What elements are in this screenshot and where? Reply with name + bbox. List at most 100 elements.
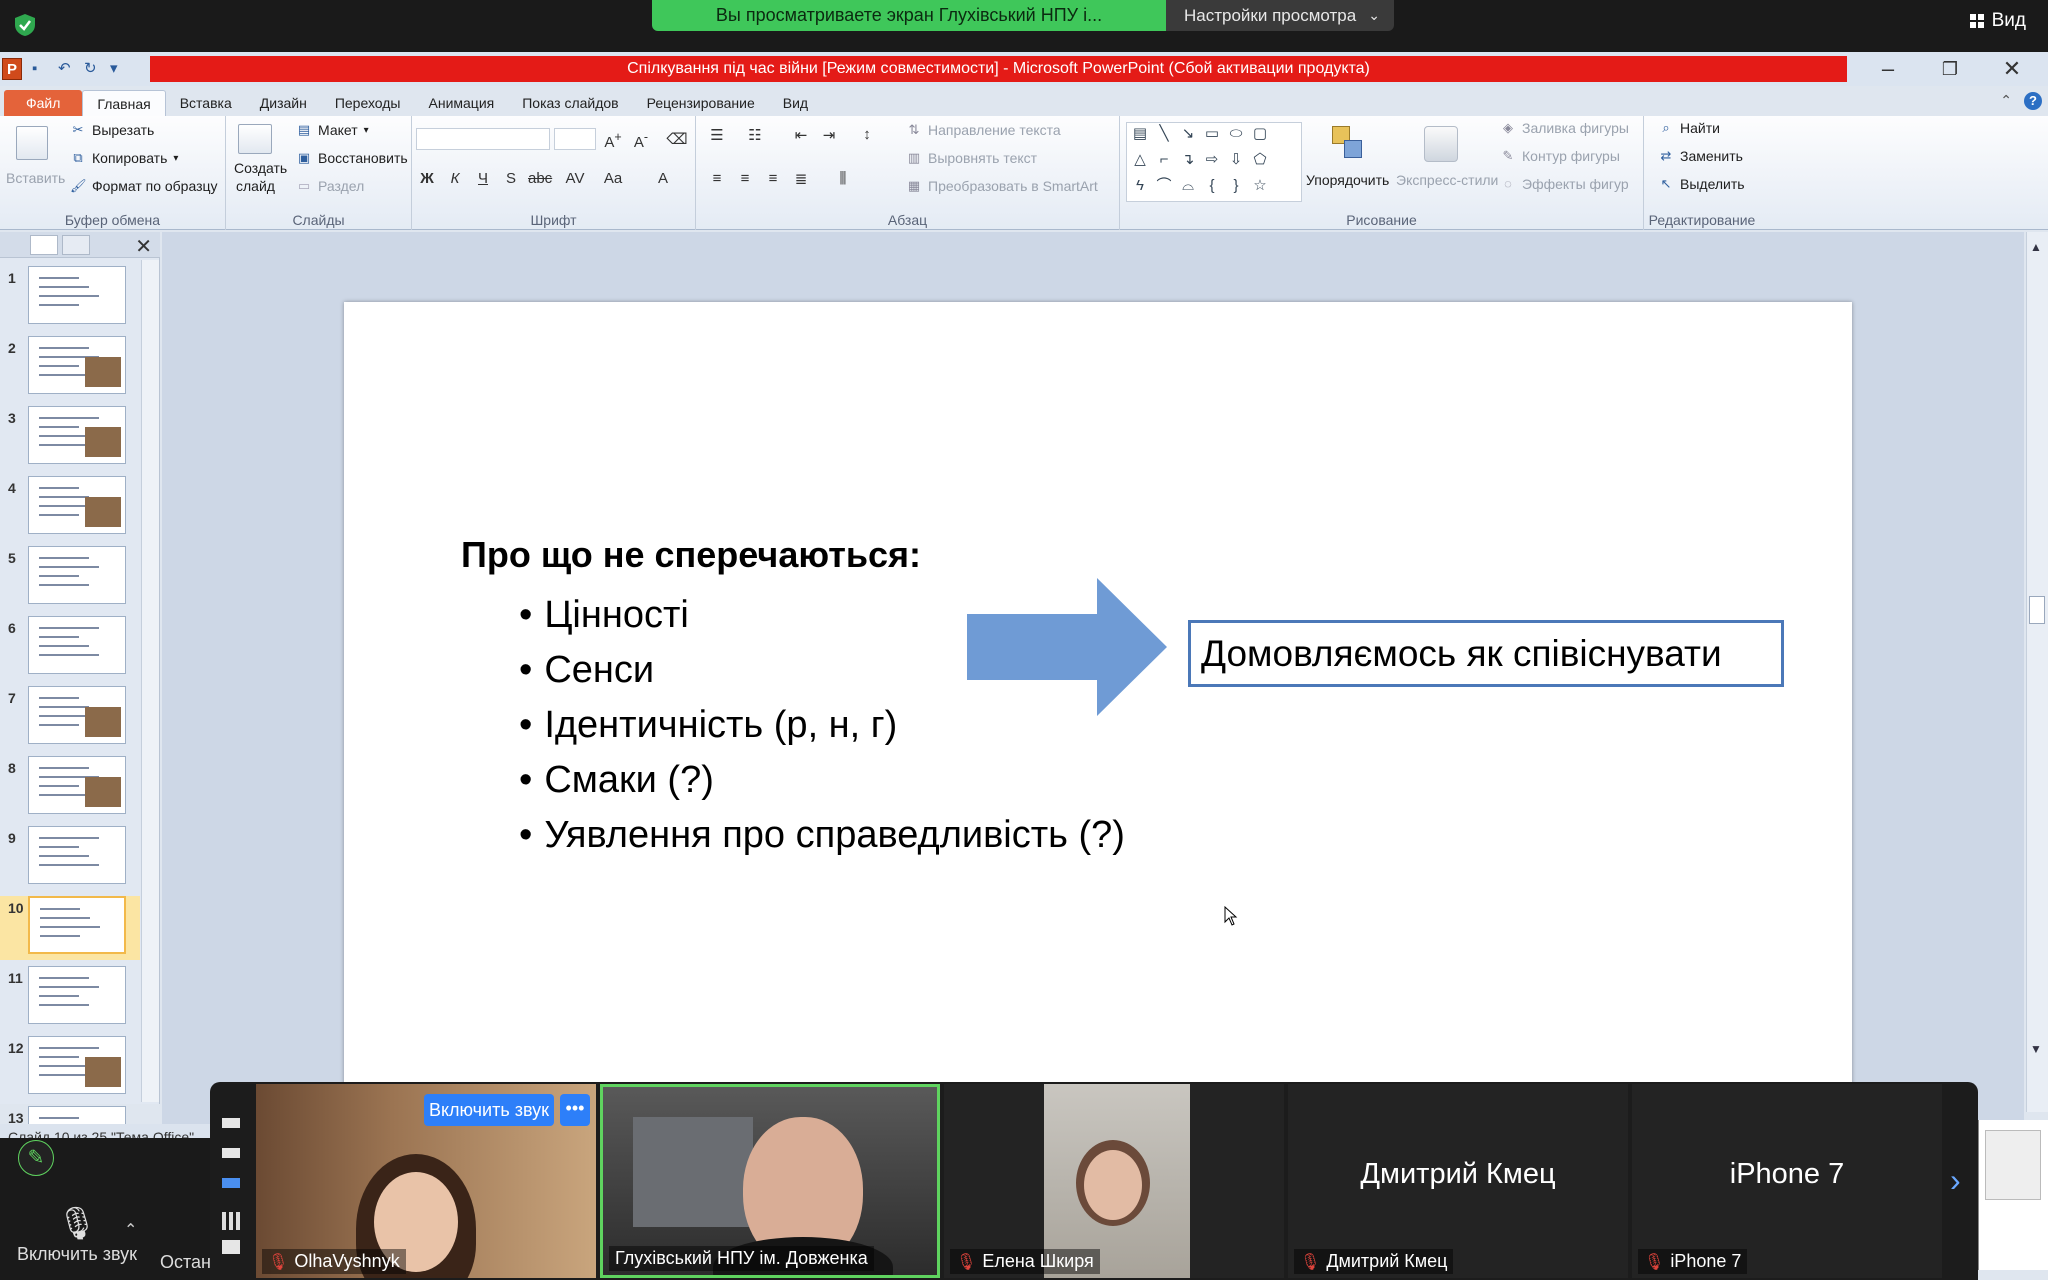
align-center-icon[interactable]: ≡ <box>734 170 756 187</box>
shape-outline-button[interactable]: ✎ Контур фигуры <box>1500 148 1620 164</box>
justify-icon[interactable]: ≣ <box>790 170 812 188</box>
textbox-shape-icon[interactable]: ▤ <box>1131 125 1149 143</box>
view-settings-button[interactable]: Настройки просмотра ⌄ <box>1166 0 1394 31</box>
arrange-button[interactable]: Упорядочить <box>1306 172 1389 188</box>
current-slide[interactable]: Про що не сперечаються: Цінності Сенси І… <box>344 302 1852 1150</box>
slide-thumbnail[interactable] <box>28 966 126 1024</box>
layout-button[interactable]: ▤ Макет ▾ <box>296 122 369 138</box>
right-brace-shape-icon[interactable]: } <box>1227 177 1245 195</box>
elbow-arrow-shape-icon[interactable]: ↴ <box>1179 151 1197 169</box>
oval-shape-icon[interactable]: ⬭ <box>1227 125 1245 143</box>
align-text-button[interactable]: ▥ Выровнять текст <box>906 150 1037 166</box>
view-control[interactable] <box>222 1118 240 1128</box>
participant-tile-olha[interactable]: Включить звук ••• 🎙 OlhaVyshnyk <box>256 1084 596 1278</box>
help-icon[interactable]: ? <box>2024 92 2042 110</box>
slide-thumbnail[interactable] <box>28 756 126 814</box>
slide-thumbnail-row[interactable]: 7 <box>0 686 140 750</box>
slide-thumbnail[interactable] <box>28 266 126 324</box>
rounded-rect-shape-icon[interactable]: ▢ <box>1251 125 1269 143</box>
shrink-font-icon[interactable]: A- <box>630 130 652 151</box>
powerpoint-logo-icon[interactable]: P <box>2 58 22 80</box>
outline-tab[interactable] <box>62 235 90 255</box>
align-right-icon[interactable]: ≡ <box>762 170 784 187</box>
shadow-icon[interactable]: S <box>500 170 522 187</box>
text-direction-button[interactable]: ⇅ Направление текста <box>906 122 1061 138</box>
slide-thumbnail-row[interactable]: 8 <box>0 756 140 820</box>
slide-thumbnail-row[interactable]: 2 <box>0 336 140 400</box>
slide-thumbnail-row[interactable]: 6 <box>0 616 140 680</box>
shapes-gallery[interactable]: ▤ ╲ ↘ ▭ ⬭ ▢ △ ⌐ ↴ ⇨ ⇩ ⬠ ϟ ⌒ ⌓ { } ☆ <box>1126 122 1302 202</box>
unmute-button[interactable]: 🎙 Включить звук <box>12 1204 142 1265</box>
paste-icon[interactable] <box>16 126 48 160</box>
close-icon[interactable]: ✕ <box>1982 52 2042 86</box>
change-case-icon[interactable]: Aa <box>602 170 624 187</box>
find-button[interactable]: ⌕ Найти <box>1658 120 1720 136</box>
pane-scrollbar[interactable] <box>141 260 159 1102</box>
chevron-up-icon[interactable]: ⌃ <box>124 1220 137 1240</box>
bold-icon[interactable]: Ж <box>416 170 438 187</box>
slide-thumbnail[interactable] <box>28 616 126 674</box>
slide-thumbnail[interactable] <box>28 686 126 744</box>
grow-font-icon[interactable]: A+ <box>602 130 624 151</box>
quick-styles-button[interactable]: Экспресс-стили <box>1396 172 1498 188</box>
paste-button[interactable]: Вставить <box>6 170 65 186</box>
pentagon-shape-icon[interactable]: ⬠ <box>1251 151 1269 169</box>
more-options-button[interactable]: ••• <box>560 1094 590 1126</box>
right-arrow-shape[interactable] <box>967 578 1167 716</box>
left-brace-shape-icon[interactable]: { <box>1203 177 1221 195</box>
copy-button[interactable]: ⧉ Копировать ▾ <box>70 150 178 166</box>
callout-textbox[interactable]: Домовляємось як співіснувати <box>1188 620 1784 687</box>
slide-vertical-scrollbar[interactable]: ▲ ▼ <box>2026 232 2048 1112</box>
view-button[interactable]: Вид <box>1969 10 2026 32</box>
increase-indent-icon[interactable]: ⇥ <box>818 126 840 144</box>
slide-thumbnail-row[interactable]: 9 <box>0 826 140 890</box>
slide-thumbnail-row[interactable]: 11 <box>0 966 140 1030</box>
triangle-shape-icon[interactable]: △ <box>1131 151 1149 169</box>
tab-design[interactable]: Дизайн <box>246 90 321 116</box>
curve-shape-icon[interactable]: ⌒ <box>1155 177 1173 195</box>
view-control-active[interactable] <box>222 1178 240 1188</box>
new-slide-icon[interactable] <box>238 124 272 154</box>
slides-tab[interactable] <box>30 235 58 255</box>
right-arrow-shape-icon[interactable]: ⇨ <box>1203 151 1221 169</box>
slide-thumbnail-row[interactable]: 3 <box>0 406 140 470</box>
slide-thumbnail-row[interactable]: 12 <box>0 1036 140 1100</box>
select-button[interactable]: ↖ Выделить <box>1658 176 1745 192</box>
tab-file[interactable]: Файл <box>4 90 83 116</box>
participant-tile-iphone[interactable]: iPhone 7 🎙 iPhone 7 <box>1632 1084 1942 1278</box>
rectangle-shape-icon[interactable]: ▭ <box>1203 125 1221 143</box>
stop-video-button[interactable]: Остан <box>160 1252 210 1273</box>
line-spacing-icon[interactable]: ↕ <box>856 126 878 143</box>
cut-button[interactable]: ✂ Вырезать <box>70 122 155 138</box>
slide-thumbnail[interactable] <box>28 1036 126 1094</box>
quick-styles-icon[interactable] <box>1424 126 1458 162</box>
ask-unmute-button[interactable]: Включить звук <box>424 1094 554 1126</box>
view-control[interactable] <box>222 1240 240 1254</box>
scroll-thumb[interactable] <box>2029 596 2045 624</box>
tab-view[interactable]: Вид <box>769 90 822 116</box>
down-arrow-shape-icon[interactable]: ⇩ <box>1227 151 1245 169</box>
shape-fill-button[interactable]: ◈ Заливка фигуры <box>1500 120 1629 136</box>
font-color-icon[interactable]: A <box>652 170 674 187</box>
slide-title[interactable]: Про що не сперечаються: <box>461 534 921 576</box>
tab-animation[interactable]: Анимация <box>415 90 509 116</box>
font-name-field[interactable] <box>416 128 550 150</box>
scroll-up-icon[interactable]: ▲ <box>2030 240 2042 254</box>
tab-insert[interactable]: Вставка <box>166 90 246 116</box>
arrow-line-shape-icon[interactable]: ↘ <box>1179 125 1197 143</box>
grid-view-icon[interactable] <box>222 1212 240 1230</box>
minimize-ribbon-icon[interactable]: ⌃ <box>2000 92 2012 109</box>
slide-thumbnail[interactable] <box>28 476 126 534</box>
arrange-icon[interactable] <box>1332 126 1366 162</box>
slide-thumbnail-row[interactable]: 1 <box>0 266 140 330</box>
font-size-field[interactable] <box>554 128 596 150</box>
slide-thumbnail[interactable] <box>28 546 126 604</box>
next-page-icon[interactable]: › <box>1950 1162 1961 1199</box>
new-slide-button[interactable]: Создать <box>234 160 287 176</box>
reset-button[interactable]: ▣ Восстановить <box>296 150 408 166</box>
slide-thumbnail[interactable] <box>28 826 126 884</box>
star-shape-icon[interactable]: ☆ <box>1251 177 1269 195</box>
customize-qat-icon[interactable]: ▾ <box>110 61 126 77</box>
format-painter-button[interactable]: 🖌 Формат по образцу <box>70 178 218 194</box>
align-left-icon[interactable]: ≡ <box>706 170 728 187</box>
